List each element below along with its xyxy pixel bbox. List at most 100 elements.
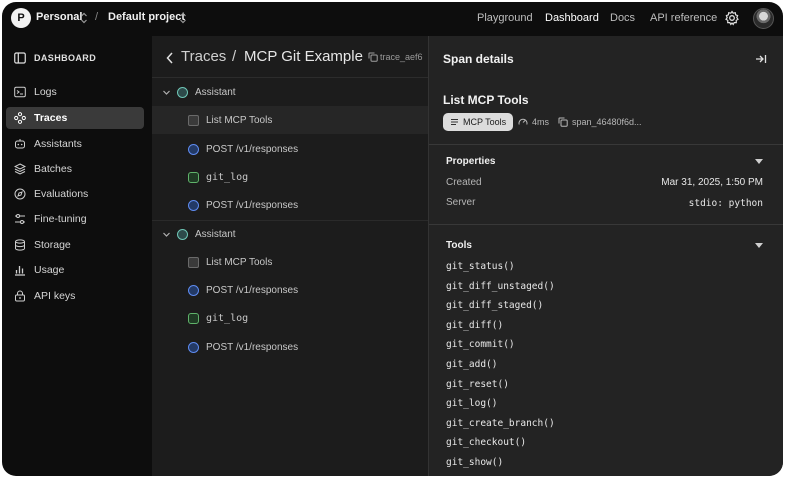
chevron-up-down-icon[interactable] [80,11,88,25]
trace-span-row[interactable]: git_log [152,304,428,332]
duration-value: 4ms [532,117,550,127]
tool-item: git_diff_unstaged() [446,280,555,292]
tool-item: git_log() [446,398,498,410]
trace-span-row[interactable]: POST /v1/responses [152,191,428,219]
panel-title: Span details [443,52,514,66]
sidebar: DASHBOARD Logs Traces Assistants Batches… [2,36,150,476]
nav-dashboard[interactable]: Dashboard [545,12,599,24]
org-switcher[interactable]: Personal [36,11,82,23]
timer-icon [518,118,528,125]
copy-icon[interactable] [368,52,378,62]
created-value: Mar 31, 2025, 1:50 PM [661,177,763,188]
traces-icon [14,112,26,124]
assistant-icon [177,229,188,240]
function-icon [188,171,199,183]
badge-label: MCP Tools [463,117,507,127]
span-name: List MCP Tools [443,93,529,107]
sidebar-item-traces[interactable]: Traces [6,107,144,129]
evaluations-icon [14,188,26,200]
span-id-value: span_46480f6d... [572,117,642,127]
sidebar-item-assistants[interactable]: Assistants [6,133,144,155]
sidebar-toggle-icon[interactable] [14,52,26,64]
sidebar-item-label: Logs [34,86,57,98]
top-bar: P Personal / Default project Playground … [2,2,783,36]
chevron-down-icon[interactable] [162,230,171,239]
storage-icon [15,239,25,251]
assistant-icon [15,139,25,149]
trace-span-row[interactable]: List MCP Tools [152,106,428,134]
breadcrumb-separator: / [232,48,237,65]
trace-row-label: List MCP Tools [206,114,273,126]
trace-row-label: POST /v1/responses [206,143,299,155]
assistant-icon [177,86,188,98]
list-icon [451,118,458,126]
sidebar-item-api-keys[interactable]: API keys [6,285,144,307]
trace-group-row[interactable]: Assistant [152,78,428,106]
sidebar-item-label: Assistants [34,138,82,150]
nav-api-reference[interactable]: API reference [650,12,717,24]
collapse-panel-icon[interactable] [755,53,767,65]
trace-span-row[interactable]: git_log [152,163,428,191]
trace-row-label: POST /v1/responses [206,199,299,211]
tool-item: git_checkout() [446,437,527,449]
sidebar-item-label: API keys [34,290,76,302]
chevron-up-down-icon[interactable] [179,11,187,25]
back-chevron-icon[interactable] [166,52,174,64]
breadcrumb-traces[interactable]: Traces [181,48,226,65]
sidebar-item-label: Batches [34,163,72,175]
user-avatar[interactable] [753,8,774,29]
trace-span-row[interactable]: POST /v1/responses [152,333,428,361]
copy-icon[interactable] [558,117,568,127]
api-request-icon [188,341,199,353]
trace-span-row[interactable]: POST /v1/responses [152,135,428,163]
sidebar-header: DASHBOARD [14,52,96,64]
trace-id: trace_aef6 [380,52,423,62]
trace-row-label: POST /v1/responses [206,284,299,296]
span-duration: 4ms [518,117,549,127]
properties-section-title[interactable]: Properties [446,156,495,167]
trace-span-row[interactable]: List MCP Tools [152,248,428,276]
sidebar-item-usage[interactable]: Usage [6,259,144,281]
tool-item: git_commit() [446,339,515,351]
chevron-down-icon[interactable] [162,88,171,97]
tool-item: git_diff() [446,319,504,331]
sidebar-item-label: Storage [34,239,71,251]
caret-down-icon[interactable] [755,159,763,164]
created-label: Created [446,177,482,188]
tool-item: git_reset() [446,378,509,390]
org-avatar[interactable]: P [11,8,31,28]
fine-tuning-icon [15,214,25,224]
gear-icon[interactable] [724,10,740,26]
sidebar-item-label: Evaluations [34,188,89,200]
list-icon [188,256,199,268]
batches-icon [14,163,26,175]
list-icon [188,114,199,126]
server-value: stdio: python [688,198,763,209]
traces-panel: Traces / MCP Git Example trace_aef6 Assi… [152,36,428,476]
sidebar-item-logs[interactable]: Logs [6,81,144,103]
key-icon [15,290,25,302]
sidebar-item-fine-tuning[interactable]: Fine-tuning [6,208,144,230]
project-switcher[interactable]: Default project [108,11,185,23]
tools-section-title[interactable]: Tools [446,240,472,251]
trace-group-row[interactable]: Assistant [152,220,428,248]
span-id[interactable]: span_46480f6d... [558,117,642,127]
trace-row-label: List MCP Tools [206,256,273,268]
tool-item: git_status() [446,261,515,272]
trace-span-row[interactable]: POST /v1/responses [152,276,428,304]
breadcrumb-separator: / [95,11,99,23]
nav-docs[interactable]: Docs [610,12,635,24]
sidebar-item-evaluations[interactable]: Evaluations [6,183,144,205]
server-label: Server [446,197,476,208]
divider [429,224,783,225]
api-request-icon [188,284,199,296]
sidebar-item-storage[interactable]: Storage [6,234,144,256]
caret-down-icon[interactable] [755,243,763,248]
nav-playground[interactable]: Playground [477,12,533,24]
usage-icon [15,266,25,276]
sidebar-item-batches[interactable]: Batches [6,158,144,180]
tool-item: git_show() [446,457,504,468]
app-window: P Personal / Default project Playground … [2,2,783,476]
divider [429,144,783,145]
api-request-icon [188,143,199,155]
